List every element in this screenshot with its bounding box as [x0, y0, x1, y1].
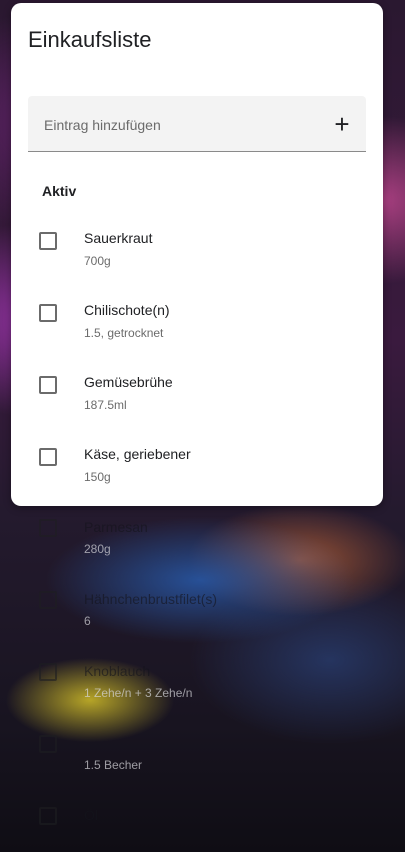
checkbox[interactable] [39, 519, 57, 537]
checkbox[interactable] [39, 735, 57, 753]
checkbox[interactable] [39, 376, 57, 394]
item-name: Sauerkraut [84, 230, 153, 246]
item-name: Knoblauch [84, 663, 151, 679]
checkbox[interactable] [39, 448, 57, 466]
checkbox[interactable] [39, 232, 57, 250]
item-quantity: 6 [84, 614, 91, 628]
list-item[interactable]: Hähnchenbrustfilet(s) 6 [0, 577, 405, 649]
item-name: Öl [84, 807, 98, 823]
item-name: Chilischote(n) [84, 302, 170, 318]
list-item[interactable]: 1.5 Becher [0, 721, 405, 793]
item-quantity: 150g [84, 470, 111, 484]
item-quantity: 187.5ml [84, 398, 127, 412]
item-name: Gemüsebrühe [84, 374, 173, 390]
list-item[interactable]: Gemüsebrühe 187.5ml [11, 374, 383, 448]
item-quantity: 700g [84, 254, 111, 268]
list-item[interactable]: Käse, geriebener 150g [11, 446, 383, 520]
item-quantity: 280g [84, 542, 111, 556]
list-item[interactable]: Chilischote(n) 1.5, getrocknet [11, 302, 383, 376]
page-title: Einkaufsliste [28, 27, 152, 52]
checkbox[interactable] [39, 807, 57, 825]
item-quantity: 1 Zehe/n + 3 Zehe/n [84, 686, 193, 700]
section-label-active: Aktiv [42, 183, 77, 199]
add-entry-input[interactable]: Eintrag hinzufügen [44, 117, 161, 133]
item-name: Hähnchenbrustfilet(s) [84, 591, 218, 607]
item-quantity: 1.5, getrocknet [84, 326, 164, 340]
item-name: Käse, geriebener [84, 446, 191, 462]
checkbox[interactable] [39, 304, 57, 322]
checkbox[interactable] [39, 663, 57, 681]
checkbox[interactable] [39, 591, 57, 609]
plus-icon[interactable]: + [330, 111, 354, 137]
shopping-list-card: Einkaufsliste Eintrag hinzufügen + Aktiv… [11, 3, 383, 506]
list-item[interactable]: Sauerkraut 700g [11, 230, 383, 304]
add-entry-field[interactable]: Eintrag hinzufügen + [28, 96, 366, 152]
list-item[interactable]: Öl [0, 793, 405, 852]
item-quantity: 1.5 Becher [84, 758, 143, 772]
list-item[interactable]: Knoblauch 1 Zehe/n + 3 Zehe/n [0, 649, 405, 721]
item-name: Parmesan [84, 519, 148, 535]
